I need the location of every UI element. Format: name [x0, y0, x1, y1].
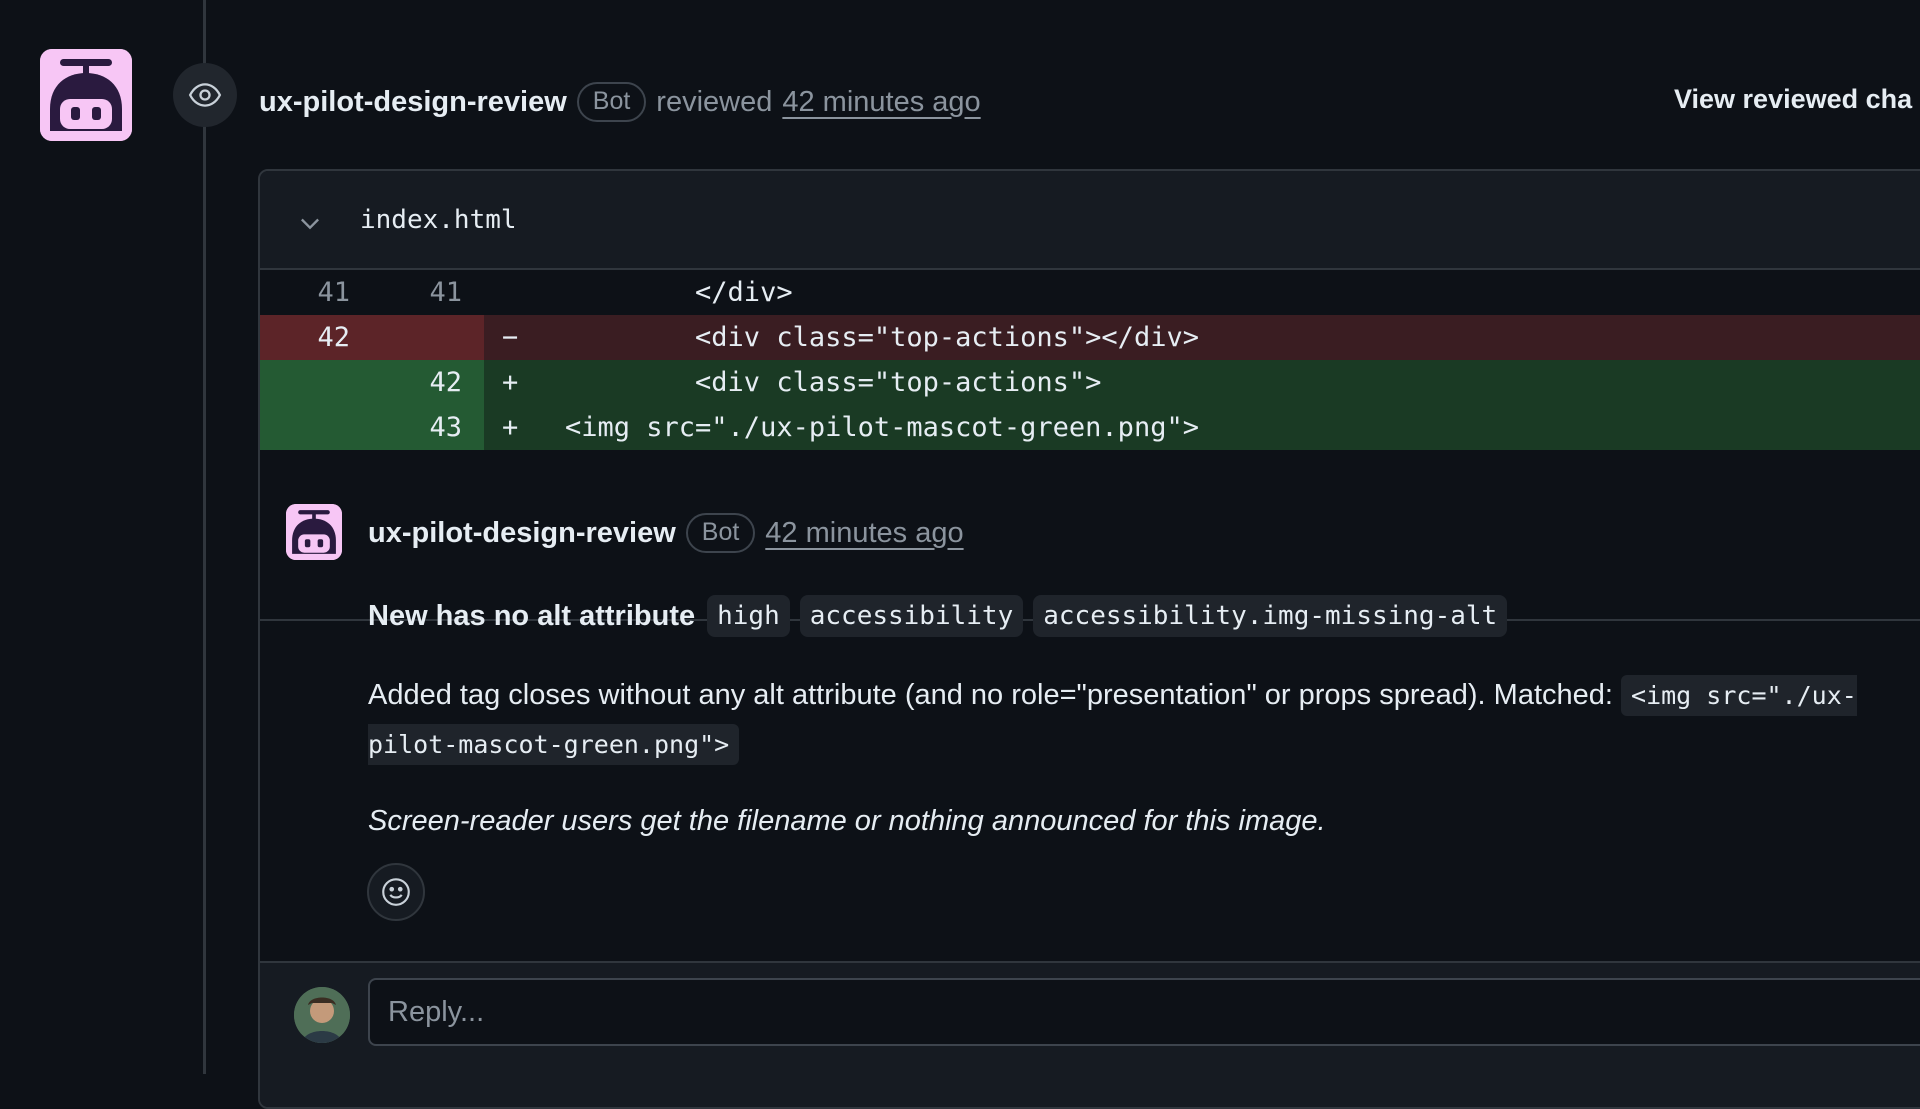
file-name[interactable]: index.html [360, 205, 517, 235]
comment-body: Added tag closes without any alt attribu… [368, 671, 1920, 769]
smiley-icon [382, 878, 410, 906]
chevron-down-icon[interactable] [296, 209, 324, 237]
add-reaction-button[interactable] [367, 863, 425, 921]
rule-tag: accessibility.img-missing-alt [1033, 595, 1508, 637]
user-avatar-image [294, 987, 350, 1043]
comment-time-link[interactable]: 42 minutes ago [765, 517, 963, 550]
diff-code: <div class="top-actions"></div> [565, 322, 1199, 353]
old-line-number: 41 [317, 277, 350, 308]
reply-area [260, 961, 1920, 1107]
comment-title-row: New has no alt attribute high accessibil… [368, 591, 1508, 641]
comment-body-text: Added tag closes without any alt attribu… [368, 679, 1622, 711]
eye-icon [188, 83, 222, 107]
old-line-number: 42 [317, 322, 350, 353]
review-author-link[interactable]: ux-pilot-design-review [259, 86, 567, 119]
view-reviewed-changes-button[interactable]: View reviewed cha [1674, 84, 1912, 115]
comment-note: Screen-reader users get the filename or … [368, 805, 1326, 837]
bot-mascot-icon [40, 49, 132, 141]
review-event-badge [173, 63, 237, 127]
diff-sign: + [502, 367, 519, 398]
diff-hunk: 41 41 </div> 42 − <div class="top-action… [260, 270, 1920, 450]
diff-sign: + [502, 412, 519, 443]
review-time-link[interactable]: 42 minutes ago [782, 86, 980, 119]
review-comment-card: index.html 41 41 </div> 42 − <div class=… [258, 169, 1920, 1109]
comment-author-link[interactable]: ux-pilot-design-review [368, 517, 676, 550]
category-tag: accessibility [799, 595, 1024, 637]
user-avatar[interactable] [294, 987, 350, 1043]
new-line-number: 42 [429, 367, 462, 398]
review-action: reviewed [656, 85, 773, 118]
review-header: ux-pilot-design-review Bot reviewed 42 m… [259, 78, 981, 126]
comment-header: ux-pilot-design-review Bot 42 minutes ag… [368, 508, 964, 558]
diff-line-context: 41 41 </div> [260, 270, 1920, 315]
bot-badge: Bot [576, 82, 647, 122]
diff-code: <div class="top-actions"> [565, 367, 1102, 398]
bot-badge: Bot [685, 513, 756, 553]
diff-line-addition: 43 + <img src="./ux-pilot-mascot-green.p… [260, 405, 1920, 450]
diff-line-deletion: 42 − <div class="top-actions"></div> [260, 315, 1920, 360]
file-header: index.html [260, 171, 1920, 270]
diff-code: <img src="./ux-pilot-mascot-green.png"> [565, 412, 1199, 443]
comment-title: New has no alt attribute [368, 599, 696, 632]
new-line-number: 41 [429, 277, 462, 308]
diff-code: </div> [565, 277, 793, 308]
comment-avatar[interactable] [286, 504, 342, 560]
timeline-line [203, 0, 206, 1074]
diff-line-addition: 42 + <div class="top-actions"> [260, 360, 1920, 405]
bot-mascot-icon [286, 504, 342, 560]
new-line-number: 43 [429, 412, 462, 443]
reply-input[interactable] [368, 978, 1920, 1046]
bot-avatar[interactable] [40, 49, 132, 141]
severity-tag: high [707, 595, 790, 637]
diff-sign: − [502, 322, 519, 353]
